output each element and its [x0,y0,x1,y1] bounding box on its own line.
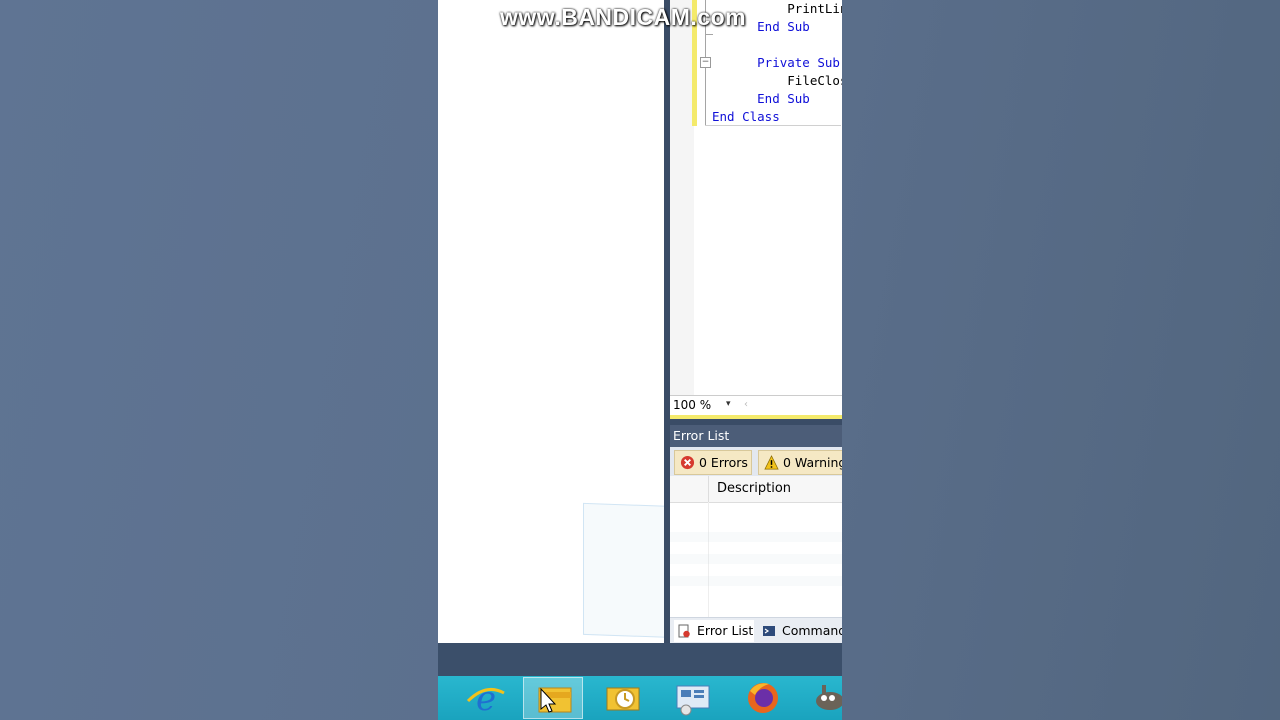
tab-command[interactable]: Command [758,620,842,642]
error-list-tab-icon [678,624,690,638]
editor-gutter [670,0,694,395]
internet-explorer-icon: e [466,679,505,719]
control-panel-icon [676,685,710,716]
gimp-icon [816,685,842,710]
column-divider [708,476,709,502]
collapse-toggle-icon[interactable]: − [700,57,711,68]
bandicam-watermark: www.BANDICAM.com [500,4,747,30]
error-icon [680,455,695,470]
outlook-icon [606,687,640,711]
code-line: End Sub [757,91,810,106]
description-column-header[interactable]: Description [717,481,791,496]
zoom-bar: 100 % ▾ ‹ [670,395,842,416]
errors-filter-button[interactable]: 0 Errors [674,450,752,475]
ghost-row [670,576,842,586]
code-line: FileClose [787,73,842,88]
blank-left-pane [438,0,705,643]
scroll-left-icon[interactable]: ‹ [744,399,748,410]
zoom-dropdown-icon[interactable]: ▾ [726,399,731,409]
ghost-row [670,532,842,542]
firefox-icon [748,683,778,713]
zoom-level[interactable]: 100 % [673,398,711,412]
taskbar: e [438,643,842,720]
taskbar-item-outlook[interactable] [593,677,653,719]
error-list-rows [670,502,842,617]
error-list-panel: Error List 0 Errors 0 Warnings Descri [670,425,842,644]
command-window-icon [763,626,775,636]
file-explorer-icon [538,687,572,713]
warnings-count-label: 0 Warnings [783,455,842,470]
code-editor[interactable]: − PrintLine End Sub Private Sub B FileCl… [670,0,842,395]
taskbar-item-ie[interactable]: e [456,677,516,719]
tab-error-list-label: Error List [697,623,754,638]
error-list-header: Description [670,476,842,503]
bottom-tool-tabs: Error List Command [670,617,842,644]
svg-text:e: e [476,679,496,719]
taskbar-item-gimp[interactable] [800,677,842,719]
errors-count-label: 0 Errors [699,455,748,470]
error-list-toolbar: 0 Errors 0 Warnings [670,447,842,476]
tab-command-label: Command [782,623,842,638]
ghost-row [670,554,842,564]
screen-recording-frame: − PrintLine End Sub Private Sub B FileCl… [438,0,842,720]
tab-error-list[interactable]: Error List [674,620,754,642]
code-line: Private Sub B [757,55,840,70]
taskbar-item-control-panel[interactable] [663,677,723,719]
taskbar-item-explorer[interactable] [523,677,583,719]
error-list-title: Error List [670,425,842,447]
taskbar-item-firefox[interactable] [733,677,793,719]
code-line: End Class [712,109,780,124]
warning-icon [764,455,779,470]
warnings-filter-button[interactable]: 0 Warnings [758,450,842,475]
taskbar-dark-strip [438,643,842,676]
